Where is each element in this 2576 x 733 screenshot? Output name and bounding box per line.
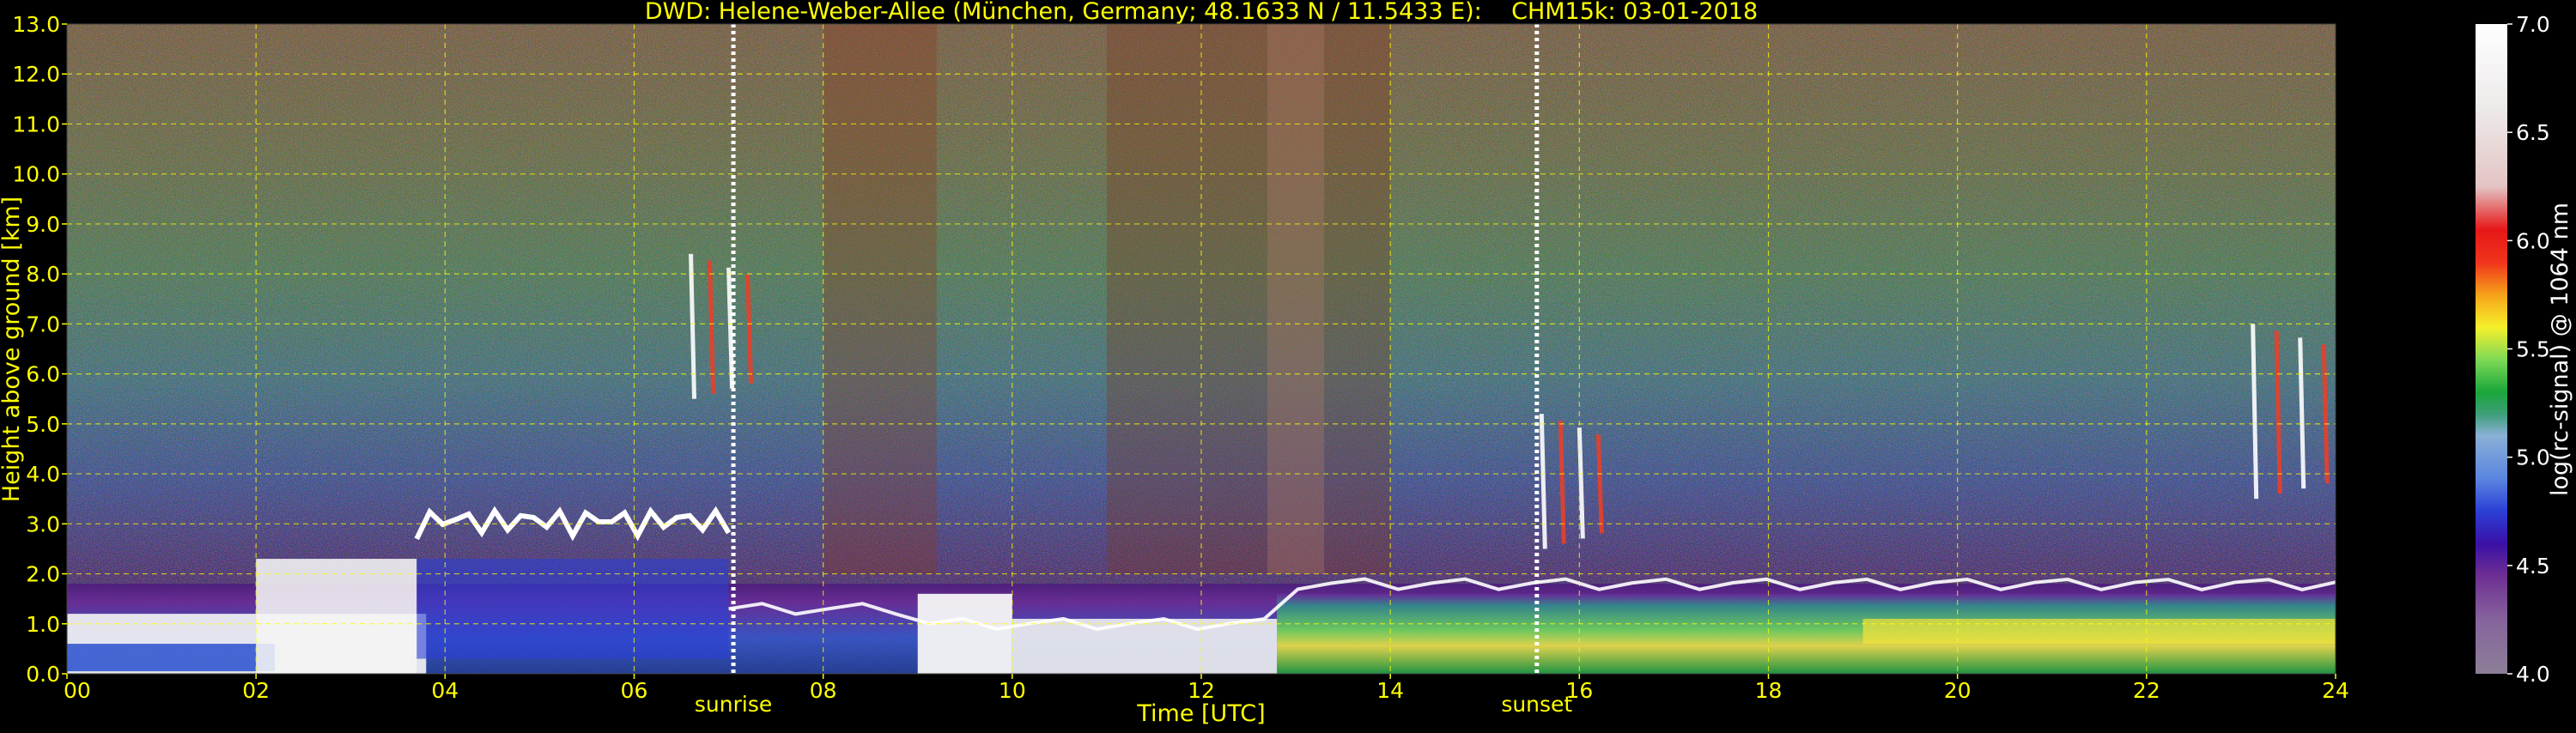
y-tick-label: 3.0 (26, 512, 60, 536)
x-tick-label: 06 (621, 678, 648, 703)
sky-band (1267, 24, 1325, 574)
y-tick-label: 13.0 (12, 12, 60, 37)
x-axis-ticks: 00 02 04 06 08 10 12 14 16 18 20 22 24 (64, 674, 2349, 703)
colorbar-ticks: 4.0 4.5 5.0 5.5 6.0 6.5 7.0 (2507, 12, 2550, 687)
y-tick-label: 1.0 (26, 612, 60, 637)
y-tick-label: 2.0 (26, 562, 60, 587)
x-tick-label: 22 (2133, 678, 2160, 703)
y-tick-label: 5.0 (26, 412, 60, 437)
colorbar-tick-label: 4.5 (2516, 554, 2550, 579)
colorbar-tick-label: 6.5 (2516, 120, 2550, 145)
x-tick-label: 18 (1755, 678, 1783, 703)
y-tick-label: 10.0 (12, 162, 60, 187)
colorbar-tick-label: 4.0 (2516, 662, 2550, 687)
ceilometer-figure: 00 02 04 06 08 10 12 14 16 18 20 22 24 0.0 1.0 2.0 3.0 4… (0, 0, 2576, 730)
chart-title: DWD: Helene-Weber-Allee (München, German… (645, 0, 1758, 25)
y-tick-label: 0.0 (26, 662, 60, 687)
x-tick-label: 00 (64, 678, 91, 703)
colorbar-tick-label: 5.0 (2516, 445, 2550, 470)
y-tick-label: 11.0 (12, 112, 60, 136)
near-ground-signal (256, 559, 417, 674)
y-tick-label: 9.0 (26, 212, 60, 237)
y-tick-label: 12.0 (12, 62, 60, 87)
x-tick-label: 12 (1188, 678, 1215, 703)
colorbar-tick-label: 7.0 (2516, 12, 2550, 37)
colorbar: 4.0 4.5 5.0 5.5 6.0 6.5 7.0 log(rc-signal) @ 1… (2476, 12, 2573, 687)
near-ground-signal (917, 593, 1012, 674)
y-axis-label: Height above ground [km] (0, 197, 25, 502)
annotation-sunrise: sunrise (695, 692, 772, 717)
x-tick-label: 14 (1376, 678, 1404, 703)
y-tick-label: 7.0 (26, 312, 60, 336)
y-tick-label: 8.0 (26, 262, 60, 287)
colorbar-tick-label: 6.0 (2516, 228, 2550, 253)
y-tick-label: 6.0 (26, 362, 60, 387)
near-ground-signal (1012, 618, 1278, 674)
colorbar-label: log(rc-signal) @ 1064 nm (2547, 203, 2573, 496)
x-tick-label: 24 (2322, 678, 2349, 703)
sky-band (1106, 24, 1391, 574)
plot-area (66, 23, 2336, 675)
x-tick-label: 20 (1944, 678, 1971, 703)
chart-svg: 00 02 04 06 08 10 12 14 16 18 20 22 24 0.01.02.03.04… (0, 0, 2573, 727)
annotation-sunset: sunset (1501, 692, 1572, 717)
x-axis-label: Time [UTC] (1136, 700, 1265, 727)
x-tick-label: 10 (999, 678, 1026, 703)
y-tick-label: 4.0 (26, 462, 60, 487)
colorbar-gradient (2476, 24, 2507, 674)
x-tick-label: 02 (242, 678, 270, 703)
yellow-aerosol-streak (1862, 618, 2336, 645)
x-tick-label: 04 (431, 678, 459, 703)
near-ground-blue (67, 644, 276, 672)
colorbar-tick-label: 5.5 (2516, 337, 2550, 362)
sky-band (823, 24, 937, 574)
x-tick-label: 08 (810, 678, 837, 703)
